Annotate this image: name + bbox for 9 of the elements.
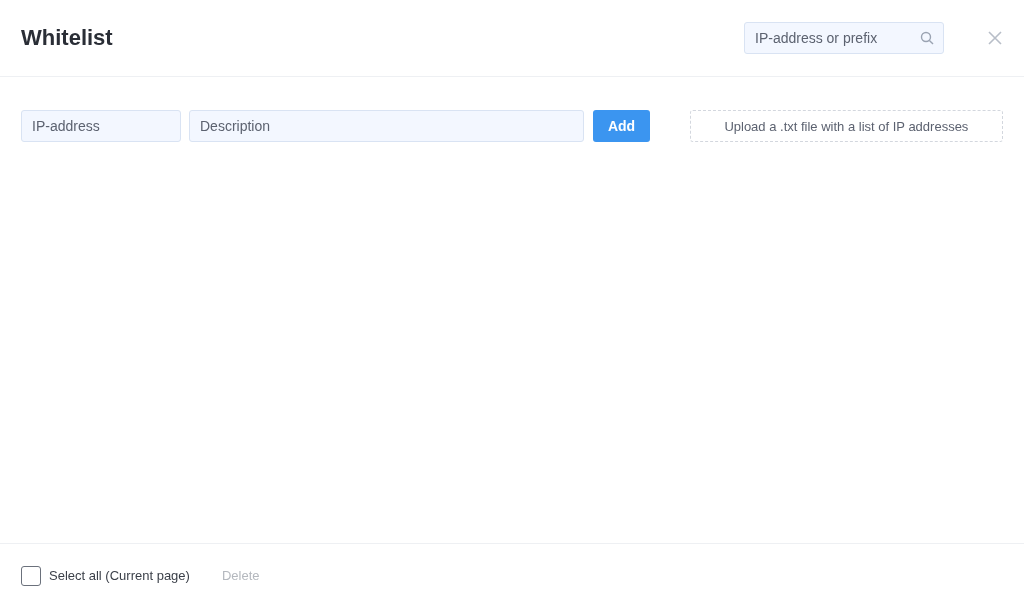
search-icon: [920, 31, 934, 45]
upload-file-button[interactable]: Upload a .txt file with a list of IP addresses: [689, 110, 1003, 142]
ip-address-field[interactable]: IP-address: [21, 110, 181, 142]
checkbox[interactable]: [21, 565, 41, 586]
search-field[interactable]: IP-address or prefix: [744, 22, 944, 54]
dialog-title: Whitelist: [21, 25, 114, 51]
add-button[interactable]: Add: [593, 110, 650, 142]
select-all-label: Select all (Current page): [49, 568, 190, 583]
description-field[interactable]: Description: [189, 110, 585, 142]
